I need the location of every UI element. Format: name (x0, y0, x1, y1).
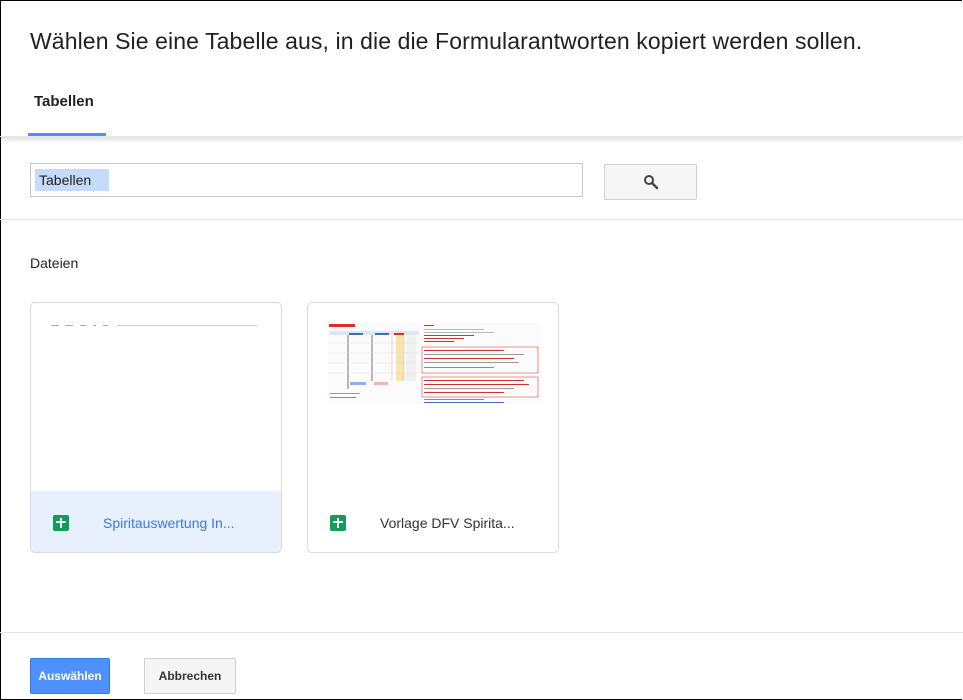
search-icon (644, 175, 659, 190)
select-button[interactable]: Auswählen (30, 658, 110, 694)
google-sheets-icon (330, 515, 346, 531)
tab-bar: Tabellen (0, 70, 963, 137)
file-thumbnail (308, 303, 558, 491)
spreadsheet-preview-image (328, 323, 541, 403)
google-sheets-icon (53, 515, 69, 531)
dialog-title: Wählen Sie eine Tabelle aus, in die die … (30, 28, 863, 54)
search-field[interactable] (30, 163, 583, 197)
active-tab-indicator (28, 133, 106, 136)
files-section-label: Dateien (30, 255, 79, 271)
section-divider (0, 219, 963, 220)
tab-tabellen[interactable]: Tabellen (28, 70, 106, 136)
file-card-footer: Spiritauswertung In... (31, 491, 281, 552)
search-button[interactable] (604, 164, 697, 200)
footer-divider (0, 632, 963, 633)
file-card-footer: Vorlage DFV Spirita... (308, 491, 558, 552)
file-card-vorlage-dfv[interactable]: Vorlage DFV Spirita... (307, 302, 559, 553)
file-name: Spiritauswertung In... (103, 515, 235, 531)
cancel-button[interactable]: Abbrechen (144, 658, 236, 694)
tab-label: Tabellen (34, 93, 94, 110)
file-thumbnail (31, 303, 281, 491)
file-name: Vorlage DFV Spirita... (380, 515, 515, 531)
spreadsheet-preview-image (51, 325, 257, 326)
file-card-spiritauswertung[interactable]: Spiritauswertung In... (30, 302, 282, 553)
search-input[interactable] (35, 169, 109, 191)
